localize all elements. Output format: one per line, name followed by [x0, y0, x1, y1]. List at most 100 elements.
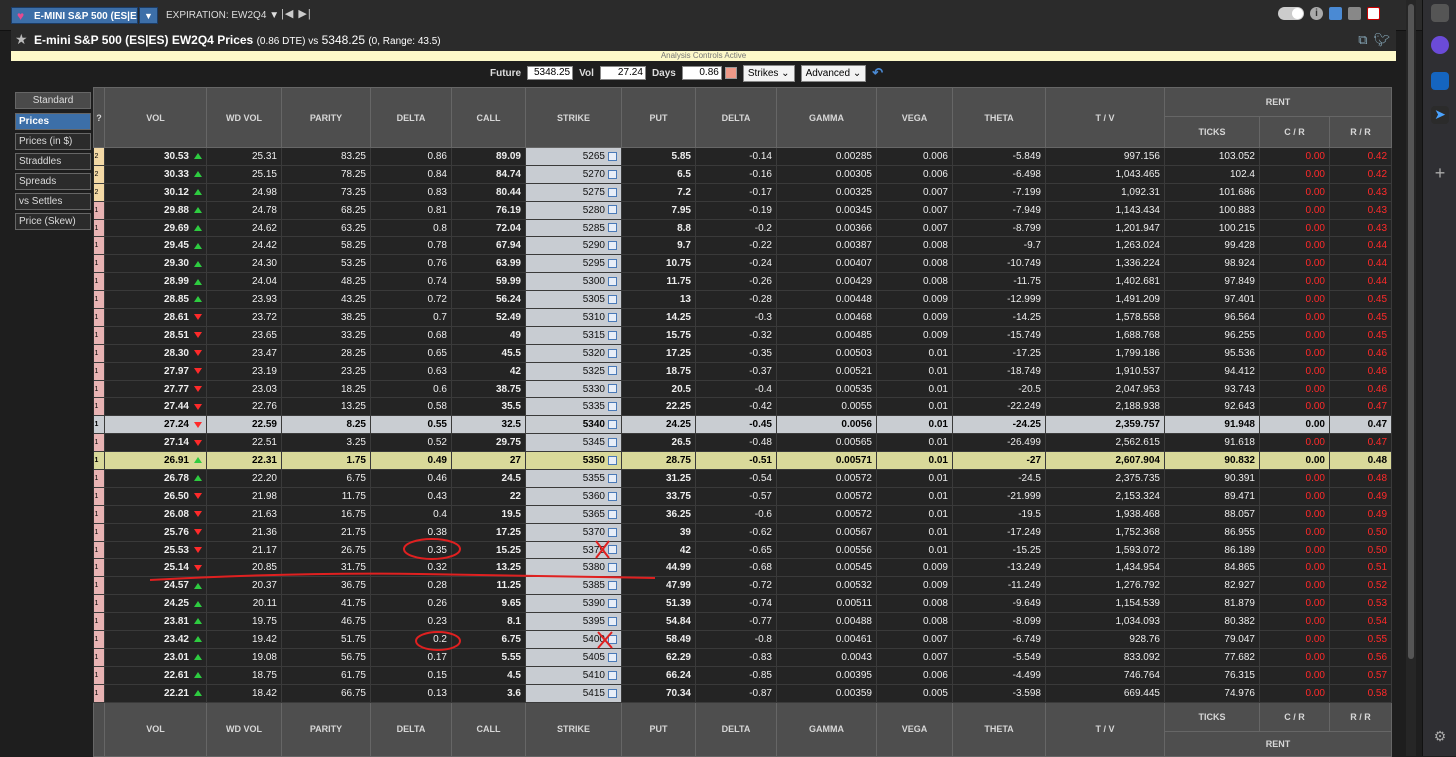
col-parity[interactable]: PARITY: [281, 87, 371, 148]
strike-detail-icon[interactable]: [608, 455, 617, 465]
strike-detail-icon[interactable]: [608, 241, 617, 251]
star-icon[interactable]: ★: [15, 31, 28, 48]
strike-detail-icon[interactable]: [608, 473, 617, 483]
table-row[interactable]: 1 27.24 22.59 8.25 0.55 32.5 5340 24.25 -0.45 0.0…: [93, 415, 1393, 435]
col-ticks[interactable]: TICKS: [1164, 116, 1260, 148]
strike-detail-icon[interactable]: [608, 599, 617, 609]
undo-icon[interactable]: ↶: [872, 65, 883, 81]
table-row[interactable]: 1 27.44 22.76 13.25 0.58 35.5 5335 22.25 -0.42 0.…: [93, 397, 1393, 417]
table-row[interactable]: 1 29.30 24.30 53.25 0.76 63.99 5295 10.75 -0.24 0…: [93, 254, 1393, 274]
strike-detail-icon[interactable]: [608, 634, 617, 644]
table-row[interactable]: 2 30.53 25.31 83.25 0.86 89.09 5265 5.85 -0.14 0.…: [93, 147, 1393, 166]
strike-detail-icon[interactable]: [608, 402, 617, 412]
col-theta[interactable]: THETA: [952, 87, 1046, 148]
strikes-dropdown[interactable]: Strikes ⌄: [742, 64, 795, 82]
sidebar-item-6[interactable]: Price (Skew): [15, 213, 91, 230]
strike-detail-icon[interactable]: [608, 563, 617, 573]
strike-detail-icon[interactable]: [608, 294, 617, 304]
days-input[interactable]: 0.86: [681, 66, 722, 80]
last-icon[interactable]: ▶|: [298, 8, 311, 20]
table-row[interactable]: 1 28.85 23.93 43.25 0.72 56.24 5305 13 -0.28 0.00…: [93, 290, 1393, 310]
col-strike[interactable]: STRIKE: [525, 87, 622, 148]
table-row[interactable]: 1 29.69 24.62 63.25 0.8 72.04 5285 8.8 -0.2 0.003…: [93, 219, 1393, 238]
sidebar-item-4[interactable]: Spreads: [15, 173, 91, 190]
table-row[interactable]: 1 25.53 21.17 26.75 0.35 15.25 5375 42 -0.65 0.00…: [93, 541, 1393, 560]
app-icon[interactable]: [1431, 4, 1449, 22]
future-input[interactable]: 5348.25: [527, 66, 574, 80]
strike-detail-icon[interactable]: [608, 384, 617, 394]
table-row[interactable]: 1 26.78 22.20 6.75 0.46 24.5 5355 31.25 -0.54 0.0…: [93, 469, 1393, 488]
strike-detail-icon[interactable]: [608, 491, 617, 501]
col-vega[interactable]: VEGA: [876, 87, 953, 148]
calendar-icon[interactable]: [724, 67, 737, 79]
col-call[interactable]: CALL: [451, 87, 526, 148]
strike-detail-icon[interactable]: [608, 420, 617, 430]
strike-detail-icon[interactable]: [608, 277, 617, 287]
col-put[interactable]: PUT: [621, 87, 696, 148]
table-row[interactable]: 1 29.45 24.42 58.25 0.78 67.94 5290 9.7 -0.22 0.0…: [93, 236, 1393, 256]
add-icon[interactable]: +: [1431, 164, 1449, 182]
strike-detail-icon[interactable]: [608, 223, 617, 233]
table-row[interactable]: 2 30.12 24.98 73.25 0.83 80.44 5275 7.2 -0.17 0.0…: [93, 183, 1393, 202]
strike-detail-icon[interactable]: [608, 151, 617, 161]
table-row[interactable]: 1 27.97 23.19 23.25 0.63 42 5325 18.75 -0.37 0.00…: [93, 362, 1393, 381]
strike-detail-icon[interactable]: [608, 348, 617, 358]
expiration-nav[interactable]: |◀ ▶|: [281, 7, 312, 20]
pdf-icon[interactable]: [1367, 7, 1380, 20]
col-vol[interactable]: VOL: [104, 87, 207, 148]
strike-detail-icon[interactable]: [608, 581, 617, 591]
strike-detail-icon[interactable]: [608, 688, 617, 698]
strike-detail-icon[interactable]: [608, 527, 617, 537]
table-row[interactable]: 1 28.99 24.04 48.25 0.74 59.99 5300 11.75 -0.26 0…: [93, 272, 1393, 292]
table-row[interactable]: 1 28.51 23.65 33.25 0.68 49 5315 15.75 -0.32 0.00…: [93, 326, 1393, 345]
popout-icon[interactable]: ⧉: [1358, 32, 1367, 48]
strike-detail-icon[interactable]: [608, 652, 617, 662]
col-call-delta[interactable]: DELTA: [370, 87, 452, 148]
col-put-delta[interactable]: DELTA: [695, 87, 777, 148]
sidebar-item-5[interactable]: vs Settles: [15, 193, 91, 210]
settings-icon[interactable]: [1348, 7, 1361, 20]
strike-detail-icon[interactable]: [608, 366, 617, 376]
table-row[interactable]: 1 28.61 23.72 38.25 0.7 52.49 5310 14.25 -0.3 0.0…: [93, 308, 1393, 327]
strike-detail-icon[interactable]: [608, 438, 617, 448]
table-row[interactable]: 2 30.33 25.15 78.25 0.84 84.74 5270 6.5 -0.16 0.0…: [93, 165, 1393, 184]
strike-detail-icon[interactable]: [608, 259, 617, 269]
sidebar-item-1[interactable]: Prices: [15, 113, 91, 130]
gear-icon[interactable]: ⚙: [1431, 728, 1449, 746]
strike-detail-icon[interactable]: [608, 545, 617, 555]
col-wd-vol[interactable]: WD VOL: [206, 87, 282, 148]
strike-detail-icon[interactable]: [608, 330, 617, 340]
expiration-selector[interactable]: EXPIRATION: EW2Q4 ▼: [166, 10, 279, 21]
table-row[interactable]: 1 24.25 20.11 41.75 0.26 9.65 5390 51.39 -0.74 0.…: [93, 594, 1393, 614]
twitter-icon[interactable]: 🐦︎: [1373, 32, 1390, 48]
send-icon[interactable]: ➤: [1431, 106, 1449, 124]
strike-detail-icon[interactable]: [608, 312, 617, 322]
strike-detail-icon[interactable]: [608, 616, 617, 626]
table-row[interactable]: 1 23.01 19.08 56.75 0.17 5.55 5405 62.29 -0.83 0.…: [93, 648, 1393, 667]
table-row[interactable]: 1 22.21 18.42 66.75 0.13 3.6 5415 70.34 -0.87 0.0…: [93, 684, 1393, 703]
product-dropdown-button[interactable]: ▼: [139, 7, 158, 24]
advanced-dropdown[interactable]: Advanced ⌄: [800, 64, 867, 82]
table-row[interactable]: 1 24.57 20.37 36.75 0.28 11.25 5385 47.99 -0.72 0…: [93, 576, 1393, 596]
table-row[interactable]: 1 22.61 18.75 61.75 0.15 4.5 5410 66.24 -0.85 0.0…: [93, 666, 1393, 685]
table-row[interactable]: 1 26.91 22.31 1.75 0.49 27 5350 28.75 -0.51 0.005…: [93, 451, 1393, 471]
table-row[interactable]: 1 26.50 21.98 11.75 0.43 22 5360 33.75 -0.57 0.00…: [93, 487, 1393, 506]
col-rr[interactable]: R / R: [1328, 116, 1393, 148]
product-selector-button[interactable]: ♥ E-MINI S&P 500 (ES|ES): [11, 7, 138, 24]
copilot-icon[interactable]: [1431, 36, 1449, 54]
table-row[interactable]: 1 28.30 23.47 28.25 0.65 45.5 5320 17.25 -0.35 0.…: [93, 344, 1393, 363]
table-row[interactable]: 1 29.88 24.78 68.25 0.81 76.19 5280 7.95 -0.19 0.…: [93, 201, 1393, 220]
table-row[interactable]: 1 25.76 21.36 21.75 0.38 17.25 5370 39 -0.62 0.00…: [93, 523, 1393, 542]
strike-detail-icon[interactable]: [608, 205, 617, 215]
sidebar-item-3[interactable]: Straddles: [15, 153, 91, 170]
table-row[interactable]: 1 23.42 19.42 51.75 0.2 6.75 5400 58.49 -0.8 0.00…: [93, 630, 1393, 649]
sidebar-item-2[interactable]: Prices (in $): [15, 133, 91, 150]
strike-detail-icon[interactable]: [608, 187, 617, 197]
col-cr[interactable]: C / R: [1259, 116, 1330, 148]
chart-icon[interactable]: [1329, 7, 1342, 20]
strike-detail-icon[interactable]: [608, 670, 617, 680]
col-gamma[interactable]: GAMMA: [776, 87, 877, 148]
col-tv[interactable]: T / V: [1045, 87, 1165, 148]
vol-input[interactable]: 27.24: [599, 66, 646, 80]
info-icon[interactable]: i: [1310, 7, 1323, 20]
